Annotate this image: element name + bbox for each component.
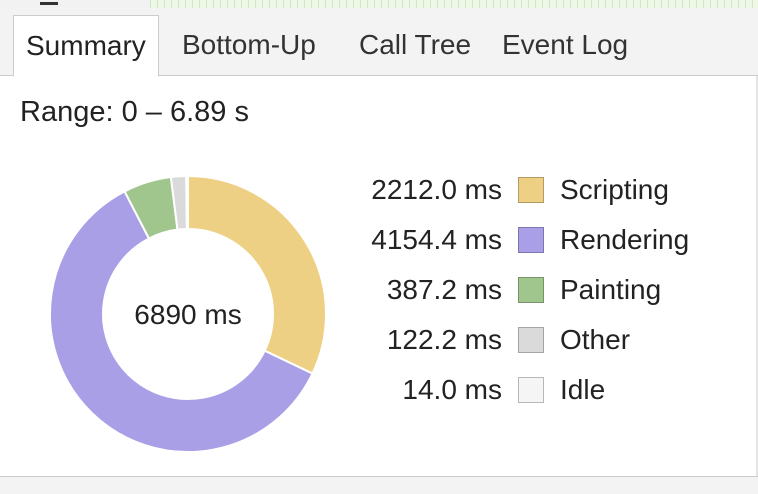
legend-value: 122.2 ms bbox=[386, 324, 502, 355]
donut-total-label: 6890 ms bbox=[134, 299, 241, 330]
legend-label: Rendering bbox=[560, 224, 690, 255]
legend-swatch bbox=[518, 227, 544, 253]
legend-value: 387.2 ms bbox=[386, 274, 502, 305]
legend-label: Other bbox=[560, 324, 631, 355]
timeline-marker bbox=[40, 2, 58, 5]
donut-slice-scripting bbox=[187, 174, 327, 375]
legend-row-rendering: 4154.4 ms Rendering bbox=[340, 220, 740, 270]
legend-row-other: 122.2 ms Other bbox=[340, 320, 740, 370]
performance-summary-panel: Summary Bottom-Up Call Tree Event Log Ra… bbox=[0, 0, 758, 494]
timeline-activity-band bbox=[150, 0, 758, 8]
legend-swatch bbox=[518, 327, 544, 353]
legend-swatch bbox=[518, 377, 544, 403]
tab-bottom-up[interactable]: Bottom-Up bbox=[170, 15, 328, 75]
legend-swatch bbox=[518, 177, 544, 203]
tab-event-log[interactable]: Event Log bbox=[490, 15, 640, 75]
legend-label: Idle bbox=[560, 374, 606, 405]
bottom-status-bar bbox=[0, 476, 758, 494]
timeline-overview-strip bbox=[0, 0, 758, 8]
details-tab-bar: Summary Bottom-Up Call Tree Event Log bbox=[0, 8, 758, 77]
legend-row-painting: 387.2 ms Painting bbox=[340, 270, 740, 320]
summary-legend: 2212.0 ms Scripting 4154.4 ms Rendering 387.… bbox=[340, 170, 740, 420]
legend-row-idle: 14.0 ms Idle bbox=[340, 370, 740, 420]
tab-call-tree[interactable]: Call Tree bbox=[347, 15, 483, 75]
legend-value: 2212.0 ms bbox=[371, 174, 502, 205]
legend-row-scripting: 2212.0 ms Scripting bbox=[340, 170, 740, 220]
legend-label: Scripting bbox=[560, 174, 669, 205]
range-label: Range: 0 – 6.89 s bbox=[20, 96, 249, 128]
tab-summary[interactable]: Summary bbox=[13, 15, 159, 77]
legend-value: 14.0 ms bbox=[402, 374, 502, 405]
legend-value: 4154.4 ms bbox=[371, 224, 502, 255]
summary-donut-chart: 6890 ms bbox=[49, 174, 327, 453]
donut-slice-idle bbox=[185, 174, 189, 231]
legend-swatch bbox=[518, 277, 544, 303]
legend-label: Painting bbox=[560, 274, 662, 305]
